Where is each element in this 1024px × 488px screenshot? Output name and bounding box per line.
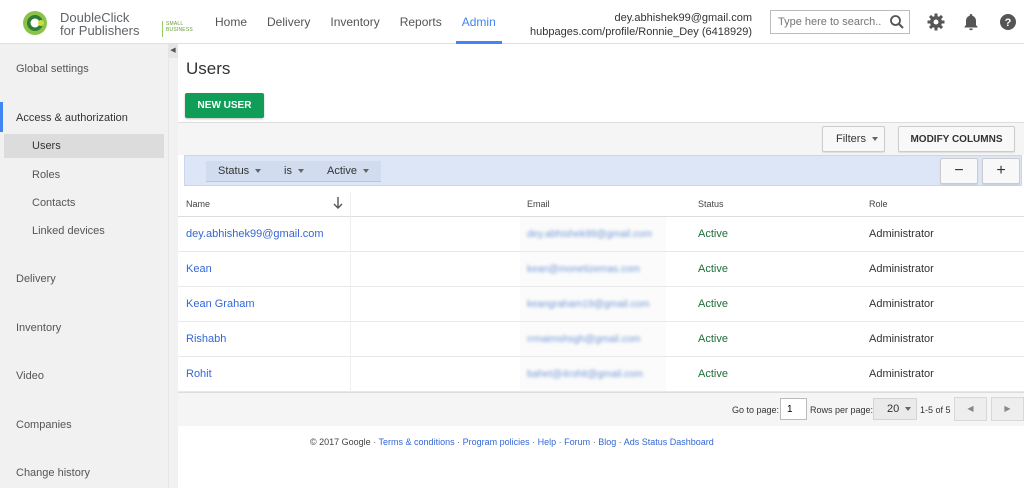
sidebar-item-global-settings[interactable]: Global settings — [16, 63, 89, 75]
page-range: 1-5 of 5 — [920, 405, 951, 415]
dfp-logo[interactable]: DoubleClick for Publishers SMALL BUSINES… — [22, 9, 193, 38]
sidebar-item-delivery[interactable]: Delivery — [16, 273, 56, 285]
sidebar-scrollbar[interactable] — [168, 44, 178, 488]
nav-admin[interactable]: Admin — [452, 0, 506, 44]
add-filter-button[interactable]: + — [982, 158, 1020, 184]
gear-icon[interactable] — [926, 12, 946, 32]
nav-delivery[interactable]: Delivery — [257, 0, 320, 44]
user-name-link[interactable]: dey.abhishek99@gmail.com — [186, 228, 324, 240]
remove-filter-button[interactable]: − — [940, 158, 978, 184]
nav-home[interactable]: Home — [205, 0, 257, 44]
main-nav: Home Delivery Inventory Reports Admin — [205, 0, 506, 44]
filter-operator-select[interactable]: is — [272, 161, 316, 182]
column-divider — [350, 192, 351, 392]
user-name-link[interactable]: Rohit — [186, 368, 212, 380]
footer-link-forum[interactable]: Forum — [564, 437, 590, 447]
previous-page-button[interactable]: ◀ — [954, 397, 987, 421]
footer-link-ads-status[interactable]: Ads Status Dashboard — [624, 437, 714, 447]
sidebar-item-contacts[interactable]: Contacts — [32, 197, 75, 209]
nav-reports[interactable]: Reports — [390, 0, 452, 44]
new-user-button[interactable]: NEW USER — [185, 93, 264, 118]
bell-icon[interactable] — [961, 12, 981, 32]
logo-line-2: for Publishers — [60, 23, 140, 38]
dfp-logo-mark-icon — [23, 11, 47, 35]
user-email: dey.abhishek99@gmail.com — [527, 229, 653, 240]
sidebar-item-access-authorization[interactable]: Access & authorization — [16, 112, 128, 124]
user-role: Administrator — [869, 298, 934, 310]
filter-operator-label: is — [284, 165, 292, 177]
filter-field-label: Status — [218, 165, 250, 177]
page-title: Users — [186, 59, 231, 78]
search-box — [770, 10, 910, 34]
svg-text:?: ? — [1005, 17, 1012, 29]
caret-down-icon — [255, 169, 262, 174]
user-role: Administrator — [869, 333, 934, 345]
rows-per-page-value: 20 — [887, 403, 900, 415]
user-status: Active — [698, 263, 728, 275]
sidebar-item-video[interactable]: Video — [16, 370, 44, 382]
caret-down-icon — [297, 169, 304, 174]
user-status: Active — [698, 368, 728, 380]
column-header-role[interactable]: Role — [869, 199, 888, 209]
user-status: Active — [698, 333, 728, 345]
logo-divider — [162, 21, 163, 37]
modify-columns-button[interactable]: MODIFY COLUMNS — [898, 126, 1015, 152]
user-role: Administrator — [869, 228, 934, 240]
sidebar-active-indicator — [0, 102, 3, 132]
user-role: Administrator — [869, 368, 934, 380]
sort-descending-icon[interactable] — [332, 196, 344, 210]
user-name-link[interactable]: Kean Graham — [186, 298, 254, 310]
sidebar-item-inventory[interactable]: Inventory — [16, 322, 61, 334]
column-header-name[interactable]: Name — [186, 199, 210, 209]
search-input[interactable] — [771, 11, 881, 33]
user-role: Administrator — [869, 263, 934, 275]
sidebar-item-change-history[interactable]: Change history — [16, 467, 90, 479]
search-icon[interactable] — [889, 14, 905, 30]
next-page-button[interactable]: ▶ — [991, 397, 1024, 421]
goto-page-label: Go to page: — [732, 405, 780, 415]
column-header-email[interactable]: Email — [527, 199, 550, 209]
user-email: rrmaimshsgh@gmail.com — [527, 334, 641, 345]
sidebar-item-users[interactable]: Users — [32, 140, 61, 152]
account-network: hubpages.com/profile/Ronnie_Dey (6418929… — [530, 26, 752, 38]
rows-per-page-select[interactable]: 20 — [873, 398, 917, 420]
filter-value-label: Active — [327, 165, 357, 177]
footer-link-help[interactable]: Help — [538, 437, 557, 447]
goto-page-input[interactable] — [780, 398, 807, 420]
sidebar-item-linked-devices[interactable]: Linked devices — [32, 225, 105, 237]
footer-link-blog[interactable]: Blog — [598, 437, 616, 447]
copyright: © 2017 Google — [310, 437, 371, 447]
column-header-status[interactable]: Status — [698, 199, 724, 209]
footer-link-terms[interactable]: Terms & conditions — [379, 437, 455, 447]
collapse-sidebar-icon[interactable]: ◀ — [168, 44, 178, 58]
sidebar-selected-highlight — [4, 134, 164, 158]
user-status: Active — [698, 298, 728, 310]
filters-label: Filters — [836, 133, 866, 145]
filter-field-select[interactable]: Status — [206, 161, 274, 182]
account-email: dey.abhishek99@gmail.com — [614, 12, 752, 24]
user-status: Active — [698, 228, 728, 240]
user-name-link[interactable]: Rishabh — [186, 333, 226, 345]
account-info[interactable]: dey.abhishek99@gmail.com hubpages.com/pr… — [530, 11, 752, 39]
caret-down-icon — [871, 137, 878, 142]
rows-per-page-label: Rows per page: — [810, 405, 874, 415]
footer: © 2017 Google · Terms & conditions · Pro… — [310, 437, 714, 447]
sidebar-item-roles[interactable]: Roles — [32, 169, 60, 181]
user-email: bahet@4rohit@gmail.com — [527, 369, 643, 380]
top-bar: DoubleClick for Publishers SMALL BUSINES… — [0, 0, 1024, 44]
sidebar-item-companies[interactable]: Companies — [16, 419, 72, 431]
help-icon[interactable]: ? — [998, 12, 1018, 32]
table-header — [178, 192, 1024, 217]
logo-badge: SMALL BUSINESS — [166, 21, 193, 33]
footer-link-program-policies[interactable]: Program policies — [463, 437, 530, 447]
caret-down-icon — [905, 407, 912, 412]
filters-button[interactable]: Filters — [822, 126, 885, 152]
nav-inventory[interactable]: Inventory — [320, 0, 389, 44]
user-email: keangraham19@gmail.com — [527, 299, 650, 310]
caret-down-icon — [362, 169, 369, 174]
user-name-link[interactable]: Kean — [186, 263, 212, 275]
filter-value-select[interactable]: Active — [315, 161, 381, 182]
user-email: kean@monetizemas.com — [527, 264, 640, 275]
